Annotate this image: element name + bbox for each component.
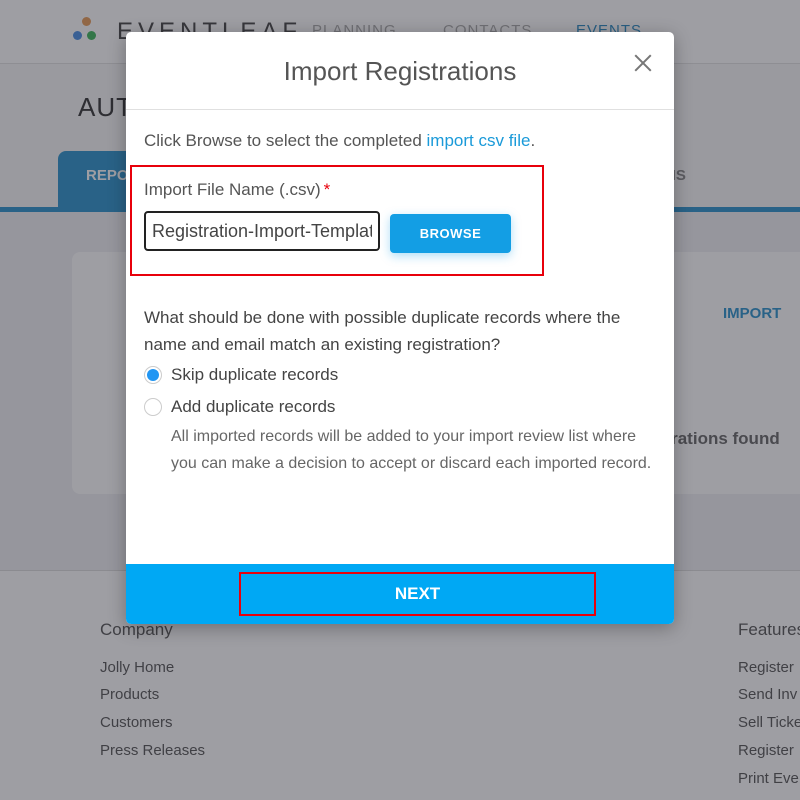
intro-text: Click Browse to select the completed imp… [144,131,535,151]
radio-skip-duplicates[interactable]: Skip duplicate records [144,365,338,385]
close-icon[interactable] [632,52,654,74]
intro-text-suffix: . [530,131,536,150]
modal-title: Import Registrations [283,56,517,86]
required-mark: * [323,180,331,199]
duplicate-question: What should be done with possible duplic… [144,308,621,354]
import-csv-file-link[interactable]: import csv file [427,131,531,150]
file-field-label: Import File Name (.csv) * [144,180,330,200]
next-button[interactable]: NEXT [239,572,596,616]
radio-unchecked-icon[interactable] [144,398,162,416]
file-field-label-text: Import File Name (.csv) [144,180,321,199]
radio-add-duplicates[interactable]: Add duplicate records [144,397,335,417]
radio-label-skip[interactable]: Skip duplicate records [171,365,338,385]
import-file-name-input[interactable] [144,211,380,251]
add-duplicates-help-text: All imported records will be added to yo… [171,428,652,472]
browse-button[interactable]: BROWSE [390,214,511,253]
modal-header: Import Registrations [126,32,674,110]
intro-text-prefix: Click Browse to select the completed [144,131,427,150]
radio-label-add[interactable]: Add duplicate records [171,397,335,417]
import-registrations-modal: Import Registrations Click Browse to sel… [126,32,674,624]
radio-checked-icon[interactable] [144,366,162,384]
